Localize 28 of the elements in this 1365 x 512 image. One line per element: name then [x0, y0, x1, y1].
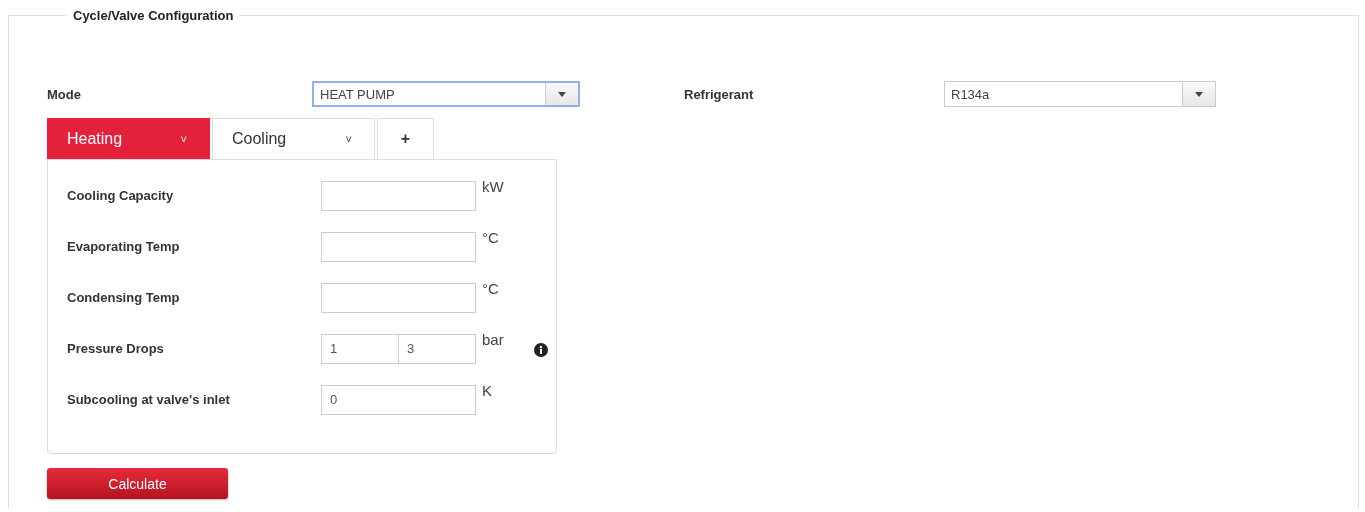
- input-field[interactable]: [321, 180, 476, 211]
- info-icon[interactable]: [534, 342, 549, 357]
- unit-label: bar: [481, 331, 505, 348]
- dropdown-tab[interactable]: Cooling ˅: [212, 118, 375, 159]
- section-title: Cycle/Valve Configuration: [72, 8, 235, 23]
- field-label: Condensing Temp: [67, 290, 181, 305]
- add-tab-button[interactable]: +: [377, 118, 434, 159]
- dropdown-select[interactable]: R134a: [944, 81, 1216, 107]
- unit-label: K: [481, 382, 493, 399]
- unit-label: °C: [481, 229, 500, 246]
- field-label: Evaporating Temp: [67, 239, 181, 254]
- field-label: Cooling Capacity: [67, 188, 175, 203]
- dropdown-select[interactable]: HEAT PUMP: [312, 81, 580, 107]
- caret-down-icon: [1195, 91, 1203, 97]
- dropdown-tab[interactable]: Heating ˅: [47, 118, 210, 159]
- input-field[interactable]: 3: [399, 333, 476, 364]
- input-field[interactable]: 0: [321, 384, 476, 415]
- select-label: Mode: [47, 86, 82, 102]
- input-field[interactable]: 1: [321, 333, 399, 364]
- field-label: Pressure Drops: [67, 341, 165, 356]
- input-field[interactable]: [321, 231, 476, 262]
- unit-label: kW: [481, 178, 505, 195]
- calculate-button[interactable]: Calculate: [47, 468, 228, 499]
- select-label: Refrigerant: [684, 86, 755, 102]
- unit-label: °C: [481, 280, 500, 297]
- input-field[interactable]: [321, 282, 476, 313]
- caret-down-icon: [558, 91, 566, 97]
- field-label: Subcooling at valve's inlet: [67, 392, 231, 407]
